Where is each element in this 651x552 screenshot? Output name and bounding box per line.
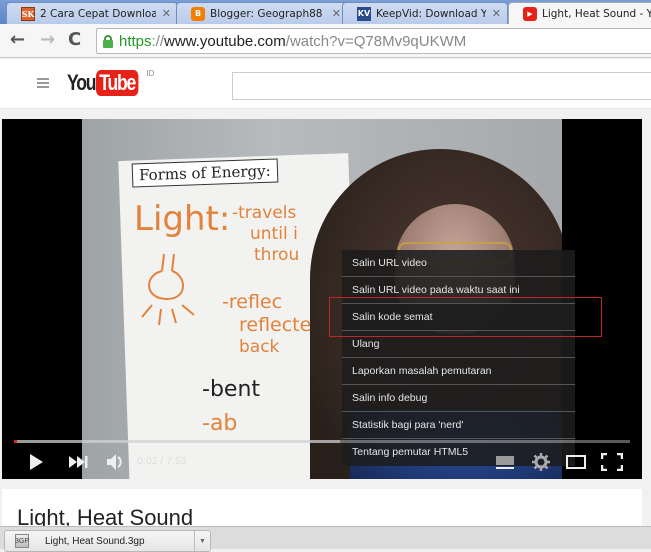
board-text: -reflec (222, 291, 283, 313)
download-filename: Light, Heat Sound.3gp (45, 535, 145, 547)
youtube-header: You Tube ID (0, 59, 651, 109)
menu-item-report-playback-issue[interactable]: Laporkan masalah pemutaran (342, 358, 575, 385)
logo-you: You (67, 70, 97, 95)
tab-keepvid[interactable]: KV KeepVid: Download Yo ✕ (342, 2, 508, 24)
close-tab-icon[interactable]: ✕ (492, 7, 501, 20)
board-text: -travels (232, 203, 297, 223)
close-tab-icon[interactable]: ✕ (162, 7, 171, 20)
buffered-bar (14, 440, 341, 443)
address-bar[interactable]: https :// www.youtube.com /watch?v=Q78Mv… (96, 28, 651, 54)
youtube-favicon-icon: ▶ (523, 6, 537, 21)
menu-item-loop[interactable]: Ulang (342, 331, 575, 358)
next-icon[interactable] (68, 455, 88, 469)
tab-title: KeepVid: Download Yo (376, 7, 486, 20)
logo-region: ID (146, 69, 155, 78)
current-time: 0:02 (137, 455, 158, 467)
blogger-favicon-icon: B (191, 6, 205, 21)
url-path: /watch?v=Q78Mv9qUKWM (285, 32, 467, 50)
tab-blogger[interactable]: B Blogger: Geograph88 - ✕ (176, 2, 348, 24)
menu-item-copy-video-url-at-time[interactable]: Salin URL video pada waktu saat ini (342, 277, 575, 304)
menu-item-copy-debug-info[interactable]: Salin info debug (342, 385, 575, 412)
menu-item-copy-embed-code[interactable]: Salin kode semat (342, 304, 575, 331)
board-title: Forms of Energy: (131, 158, 278, 188)
board-text: -ab (202, 411, 238, 436)
guide-menu-icon[interactable] (37, 78, 49, 90)
tab-strip: SK 2 Cara Cepat Downloa ✕ B Blogger: Geo… (0, 0, 651, 24)
player-controls: 0:02 / 7:53 (2, 445, 642, 479)
volume-icon[interactable] (106, 453, 124, 471)
video-player[interactable]: Forms of Energy: Light: -travels until i… (2, 119, 642, 479)
board-text: throu (254, 245, 300, 265)
tab-title: Blogger: Geograph88 - (210, 7, 326, 20)
tab-sk[interactable]: SK 2 Cara Cepat Downloa ✕ (6, 2, 178, 24)
youtube-logo[interactable]: You Tube ID (67, 69, 155, 96)
settings-icon[interactable] (532, 453, 550, 471)
player-context-menu: Salin URL video Salin URL video pada wak… (342, 250, 575, 466)
board-text: back (239, 337, 280, 357)
board-text: reflecte (239, 314, 312, 336)
browser-toolbar: ← → C https :// www.youtube.com /watch?v… (0, 24, 651, 58)
played-bar (14, 440, 18, 443)
keepvid-favicon-icon: KV (357, 6, 371, 21)
captions-icon[interactable] (496, 455, 514, 469)
url-host: www.youtube.com (164, 32, 286, 50)
progress-bar[interactable] (14, 440, 630, 443)
duration: 7:53 (166, 455, 187, 467)
search-input[interactable] (232, 72, 651, 100)
download-shelf: 3GP Light, Heat Sound.3gp ▼ (0, 526, 651, 552)
download-menu-dropdown-icon[interactable]: ▼ (194, 531, 210, 551)
menu-item-copy-video-url[interactable]: Salin URL video (342, 250, 575, 277)
url-separator: :// (151, 32, 165, 50)
forward-button[interactable]: → (40, 29, 55, 50)
reload-button[interactable]: C (68, 29, 81, 50)
back-button[interactable]: ← (10, 29, 25, 50)
file-3gp-icon: 3GP (15, 534, 29, 548)
url-scheme: https (119, 32, 152, 50)
board-text: until i (250, 224, 298, 244)
menu-item-stats-for-nerds[interactable]: Statistik bagi para 'nerd' (342, 412, 575, 439)
play-icon[interactable] (28, 453, 44, 471)
tab-title: 2 Cara Cepat Downloa (40, 7, 156, 20)
lightbulb-drawing-icon (141, 253, 195, 326)
close-tab-icon[interactable]: ✕ (332, 7, 341, 20)
tab-youtube-active[interactable]: ▶ Light, Heat Sound - You (508, 2, 651, 24)
tab-title: Light, Heat Sound - You (542, 7, 651, 20)
sk-favicon-icon: SK (21, 6, 35, 21)
logo-tube: Tube (96, 70, 139, 96)
theater-mode-icon[interactable] (566, 455, 586, 469)
secure-lock-icon (103, 34, 113, 48)
fullscreen-icon[interactable] (601, 453, 623, 471)
time-display: 0:02 / 7:53 (137, 455, 187, 467)
board-text: Light: (134, 199, 231, 239)
board-text: -bent (202, 377, 261, 402)
